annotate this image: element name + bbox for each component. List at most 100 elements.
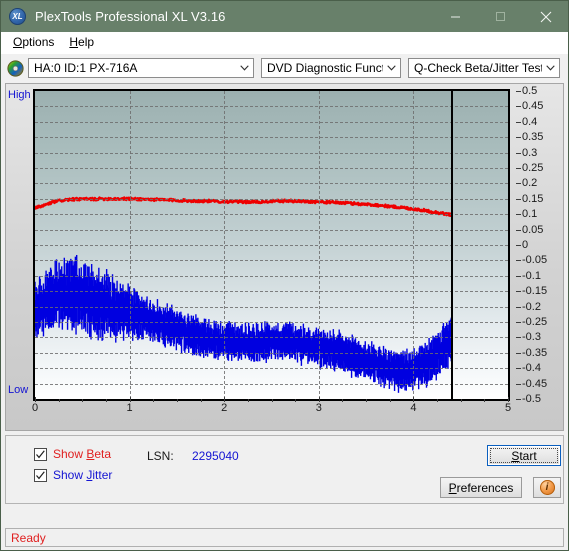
chevron-down-icon[interactable]	[383, 65, 400, 71]
y-axis-tick-label: 0.35	[522, 131, 544, 144]
menu-item-help[interactable]: Help	[63, 33, 103, 52]
x-axis-tick	[82, 399, 84, 402]
menu-bar: Options Help	[1, 32, 568, 54]
y-axis-tick	[516, 137, 521, 139]
y-axis-tick	[516, 168, 521, 169]
preferences-button[interactable]: Preferences	[440, 477, 522, 498]
show-jitter-label-rest: itter	[92, 468, 113, 482]
show-beta-label: Show Beta	[53, 447, 112, 461]
x-axis-labels: 0 1 2 3 4 5	[32, 397, 512, 418]
info-button[interactable]: i	[533, 477, 561, 498]
lsn-value: 2295040	[192, 449, 239, 463]
drive-select[interactable]: HA:0 ID:1 PX-716A	[28, 58, 254, 78]
y-axis-tick-label: -0.25	[522, 316, 548, 328]
show-beta-label-rest: eta	[94, 447, 112, 461]
axis-low-label: Low	[8, 384, 29, 396]
show-jitter-label: Show Jitter	[53, 468, 113, 482]
show-beta-checkbox[interactable]	[34, 447, 47, 461]
title-bar: XL PlexTools Professional XL V3.16	[1, 1, 568, 32]
grid-line-horizontal	[35, 337, 508, 339]
y-axis-tick	[516, 229, 521, 231]
show-jitter-row[interactable]: Show Jitter	[34, 468, 112, 482]
window-title: PlexTools Professional XL V3.16	[35, 9, 226, 24]
x-axis-tick	[176, 399, 178, 402]
info-icon: i	[539, 480, 555, 495]
controls-panel: Show Beta Show Jitter LSN: 2295040 Start…	[5, 435, 564, 504]
x-axis-tick-label: 4	[410, 402, 417, 414]
y-axis-tick-label: 0.1	[522, 208, 538, 221]
y-axis-tick	[516, 152, 521, 154]
check-icon	[36, 470, 45, 479]
grid-line-horizontal	[35, 121, 508, 123]
minimize-icon[interactable]	[433, 1, 478, 32]
y-axis-tick-label: -0.4	[522, 362, 541, 375]
x-axis-tick	[437, 399, 439, 402]
y-axis-tick	[516, 368, 521, 370]
y-axis-tick	[516, 306, 521, 308]
y-axis-tick	[516, 260, 521, 262]
chevron-down-icon[interactable]	[236, 65, 253, 71]
x-axis-tick	[153, 399, 155, 402]
xl-logo-icon: XL	[9, 8, 26, 25]
y-axis-tick-label: 0.05	[522, 223, 544, 236]
status-text: Ready	[11, 530, 46, 545]
function-select[interactable]: DVD Diagnostic Functions	[261, 58, 401, 78]
chart-panel: High Low 0.5 0.45 0.4 0.35 0.3 0.25 0.2 0.15 0.1…	[5, 83, 564, 431]
y-axis-tick	[516, 91, 521, 92]
close-icon[interactable]	[523, 1, 568, 32]
toolbar: HA:0 ID:1 PX-716A DVD Diagnostic Functio…	[1, 54, 568, 81]
grid-line-horizontal	[35, 352, 508, 354]
y-axis-tick	[516, 198, 521, 200]
x-axis-tick	[105, 399, 107, 402]
grid-line-horizontal	[35, 229, 508, 231]
y-axis-tick-label: -0.3	[522, 331, 541, 344]
check-icon	[36, 449, 45, 458]
grid-line-horizontal	[35, 198, 508, 200]
maximize-icon[interactable]	[478, 1, 523, 32]
x-axis-tick	[271, 399, 273, 402]
status-bar: Ready	[5, 528, 564, 547]
y-axis-labels: 0.5 0.45 0.4 0.35 0.3 0.25 0.2 0.15 0.1 0.05 0 -0.0…	[516, 84, 568, 406]
grid-line-horizontal	[35, 245, 508, 246]
beta-series	[35, 196, 453, 217]
grid-line-horizontal	[35, 275, 508, 277]
chevron-down-icon[interactable]	[542, 65, 559, 71]
x-axis-tick-label: 5	[504, 402, 512, 414]
x-axis-tick	[389, 399, 391, 402]
y-axis-tick-label: 0.4	[522, 115, 538, 128]
y-axis-tick	[516, 383, 521, 385]
y-axis-tick-label: -0.45	[522, 377, 548, 390]
data-end-marker	[451, 91, 454, 399]
y-axis-tick	[516, 245, 521, 246]
y-axis-tick	[516, 399, 521, 400]
grid-line-horizontal	[35, 168, 508, 169]
x-axis-tick	[58, 399, 60, 402]
show-jitter-checkbox[interactable]	[34, 468, 47, 482]
grid-line-horizontal	[35, 368, 508, 370]
start-button-inner: Start	[490, 448, 558, 463]
y-axis-tick-label: 0.2	[522, 177, 538, 190]
grid-line-horizontal	[35, 106, 508, 108]
optical-disc-icon	[7, 59, 24, 77]
test-select[interactable]: Q-Check Beta/Jitter Test	[408, 58, 560, 78]
y-axis-tick-label: -0.35	[522, 346, 548, 359]
start-button[interactable]: Start	[487, 445, 561, 466]
menu-item-options[interactable]: Options	[7, 33, 63, 52]
y-axis-tick	[516, 291, 521, 293]
x-axis-tick	[460, 399, 462, 402]
y-axis-tick-label: 0.25	[522, 162, 544, 174]
axis-high-label: High	[8, 89, 31, 101]
show-beta-row[interactable]: Show Beta	[34, 447, 111, 461]
grid-line-horizontal	[35, 291, 508, 293]
y-axis-tick	[516, 121, 521, 123]
menu-item-help-label: elp	[78, 35, 95, 49]
y-axis-tick	[516, 214, 521, 216]
lsn-label: LSN:	[147, 449, 174, 463]
y-axis-tick	[516, 183, 521, 185]
y-axis-tick-label: 0.45	[522, 100, 544, 113]
x-axis-tick	[366, 399, 368, 402]
window-controls	[433, 1, 568, 32]
grid-line-horizontal	[35, 183, 508, 185]
x-axis-tick	[247, 399, 249, 402]
y-axis-tick	[516, 275, 521, 277]
